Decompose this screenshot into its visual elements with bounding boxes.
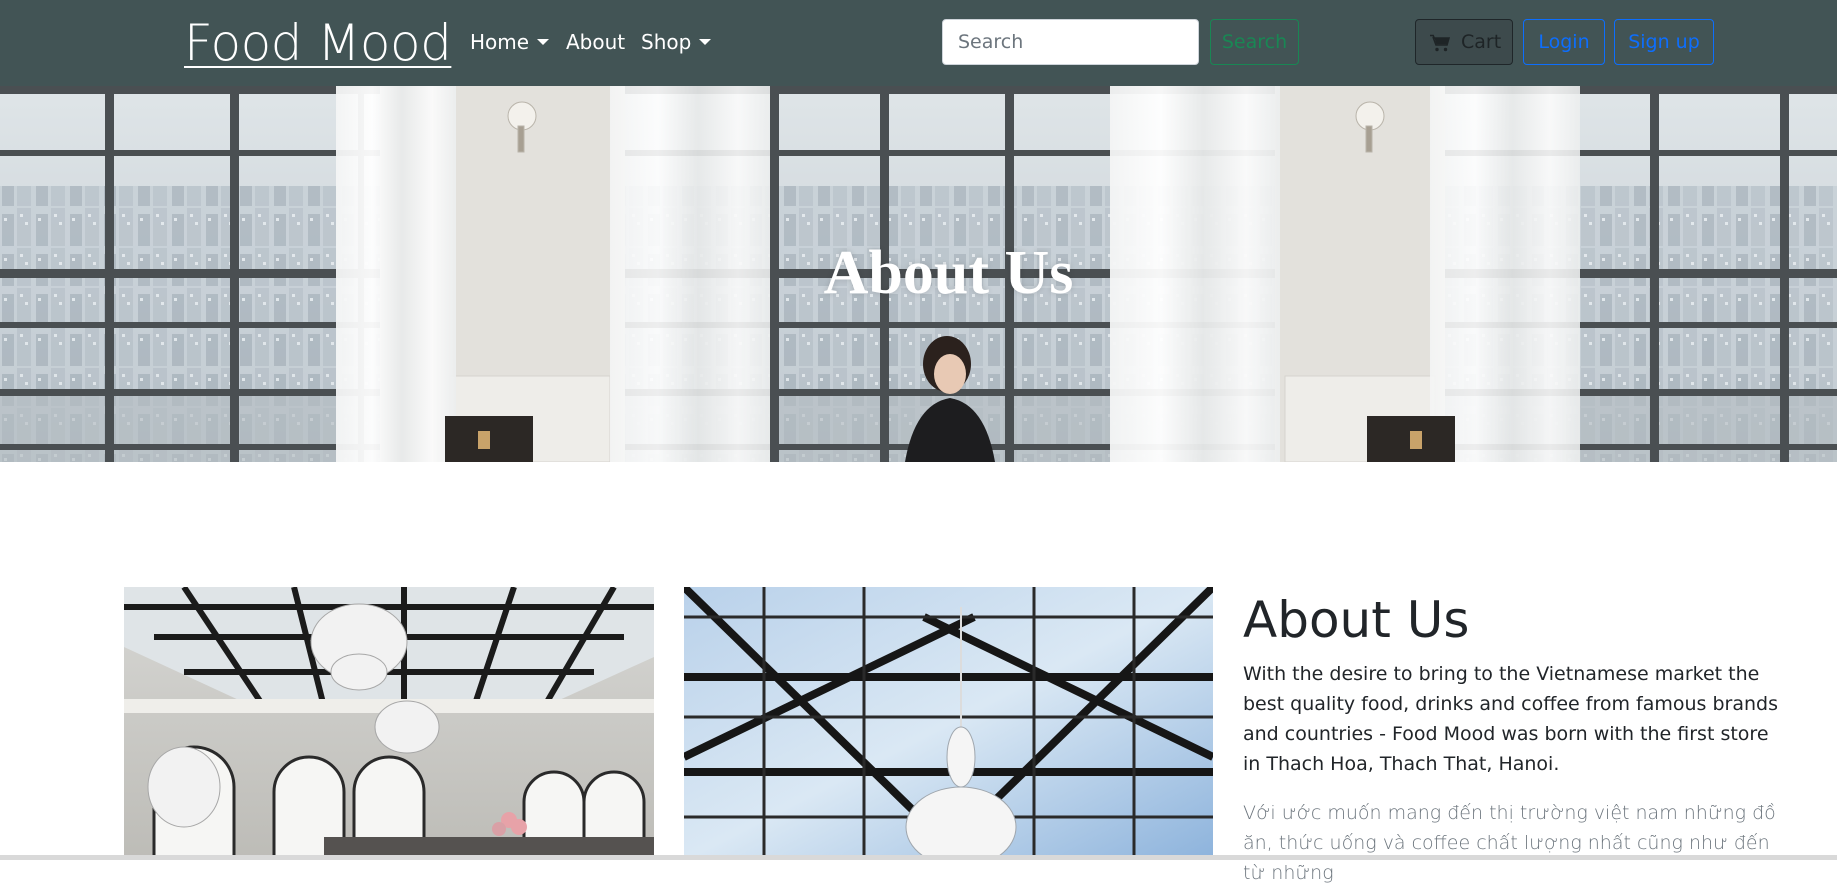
about-heading: About Us [1243,591,1470,649]
nav-home-label: Home [470,30,530,54]
chevron-down-icon [699,39,712,45]
search-button[interactable]: Search [1210,19,1299,65]
cart-icon [1430,34,1450,52]
cart-button[interactable]: Cart [1415,19,1513,65]
nav-shop-dropdown[interactable]: Shop [641,29,712,55]
hero-title: About Us [823,239,1074,307]
about-paragraph-en: With the desire to bring to the Vietname… [1243,663,1778,775]
about-paragraph-vi: Với ước muốn mang đến thị trường việt na… [1243,802,1776,884]
search-input[interactable] [942,19,1199,65]
top-navbar: Food Mood Home About Shop Search Cart Lo… [0,0,1837,86]
horizontal-scrollbar[interactable] [0,855,1837,860]
hero-banner: About Us [0,86,1837,462]
interior-photo [124,587,654,860]
chevron-down-icon [537,39,550,45]
skylight-chandelier-photo [684,587,1213,860]
signup-button[interactable]: Sign up [1614,19,1714,65]
brand-logo-link[interactable]: Food Mood [184,8,452,78]
nav-shop-label: Shop [641,30,692,54]
cart-label: Cart [1461,31,1502,53]
nav-about-link[interactable]: About [566,29,625,55]
nav-home-dropdown[interactable]: Home [470,29,550,55]
login-button[interactable]: Login [1523,19,1605,65]
